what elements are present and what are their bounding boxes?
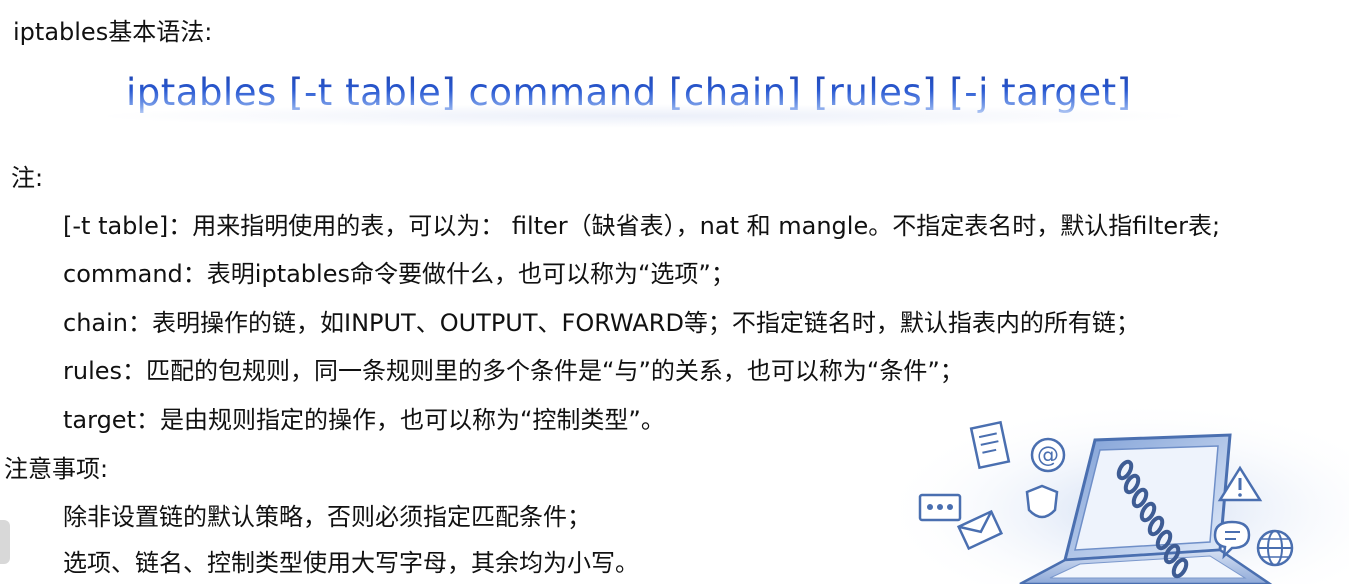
note-chain: chain：表明操作的链，如INPUT、OUTPUT、FORWARD等；不指定链…: [63, 309, 1140, 337]
caution-match: 除非设置链的默认策略，否则必须指定匹配条件；: [63, 503, 591, 531]
note-rules: rules：匹配的包规则，同一条规则里的多个条件是“与”的关系，也可以称为“条件…: [63, 357, 964, 385]
caution-case: 选项、链名、控制类型使用大写字母，其余均为小写。: [63, 549, 639, 577]
syntax-line: iptables [-t table] command [chain] [rul…: [126, 68, 1132, 118]
side-tab[interactable]: [0, 520, 10, 564]
note-target: target：是由规则指定的操作，也可以称为“控制类型”。: [63, 406, 665, 434]
network-icon: [918, 493, 962, 522]
globe-icon: [1256, 529, 1294, 567]
at-sign-icon: @: [1030, 437, 1066, 473]
heading: iptables基本语法:: [13, 18, 213, 46]
document-icon: [969, 420, 1011, 470]
cautions-label: 注意事项:: [4, 455, 109, 483]
shield-icon: [1025, 484, 1059, 519]
note-table: [-t table]：用来指明使用的表，可以为： filter（缺省表），nat…: [63, 212, 1221, 240]
notes-label: 注:: [11, 164, 44, 192]
note-command: command：表明iptables命令要做什么，也可以称为“选项”；: [63, 260, 735, 288]
security-illustration: @: [900, 400, 1349, 584]
svg-text:@: @: [1037, 443, 1059, 468]
